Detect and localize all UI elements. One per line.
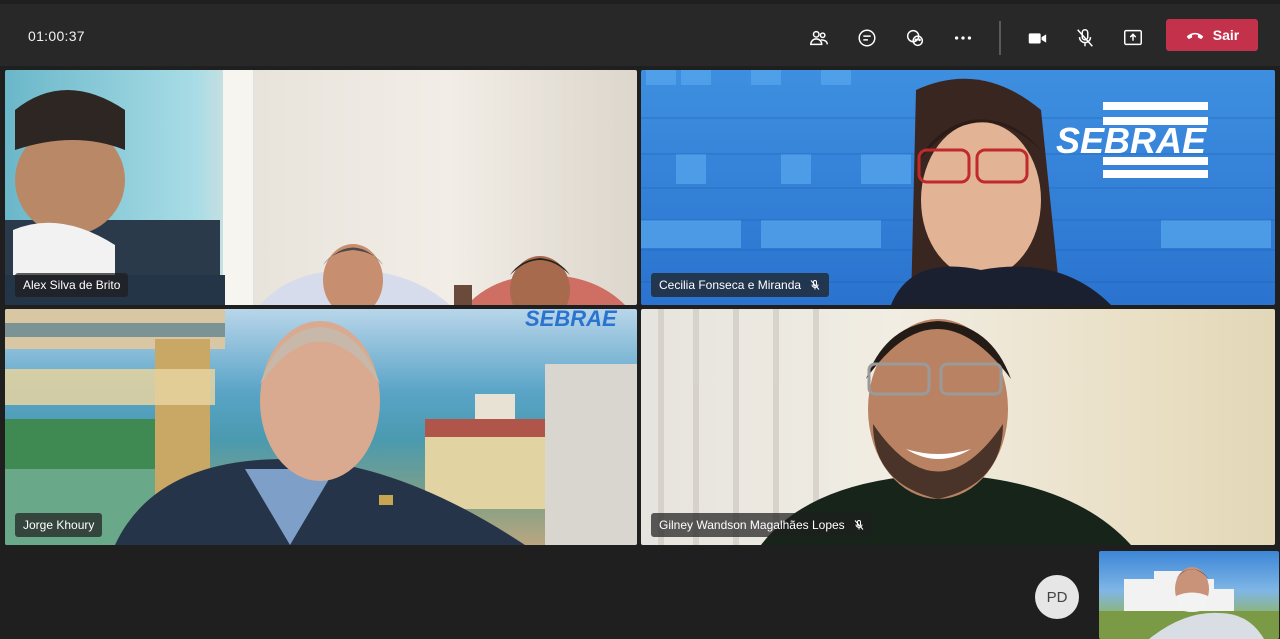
more-icon xyxy=(954,36,972,40)
video-tile-gilney[interactable]: Gilney Wandson Magalhães Lopes xyxy=(641,309,1275,545)
video-feed xyxy=(5,70,625,305)
participant-name-tag: Cecilia Fonseca e Miranda xyxy=(651,273,830,297)
reactions-button[interactable] xyxy=(899,22,931,54)
toolbar-divider xyxy=(999,21,1001,55)
mic-off-icon xyxy=(854,520,864,530)
share-screen-button[interactable] xyxy=(1117,22,1149,54)
camera-icon xyxy=(1028,33,1047,44)
meeting-toolbar: 01:00:37 Sair xyxy=(0,4,1280,66)
video-feed xyxy=(1099,567,1279,639)
sebrae-logo: SEBRAE xyxy=(1056,120,1207,161)
video-feed xyxy=(658,309,1131,545)
participant-name-tag: Alex Silva de Brito xyxy=(15,273,129,297)
more-options-button[interactable] xyxy=(947,22,979,54)
mic-off-icon xyxy=(1077,29,1093,47)
leave-button[interactable]: Sair xyxy=(1166,19,1258,51)
reactions-icon xyxy=(906,29,924,47)
camera-button[interactable] xyxy=(1021,22,1053,54)
participants-icon xyxy=(810,30,828,46)
participant-avatar[interactable]: PD xyxy=(1035,575,1079,619)
mic-off-icon xyxy=(810,280,820,290)
share-icon xyxy=(1124,29,1142,46)
video-feed xyxy=(5,309,637,545)
participant-name-tag: Jorge Khoury xyxy=(15,513,103,537)
sebrae-logo: SEBRAE xyxy=(525,309,617,331)
video-tile-alex[interactable]: Alex Silva de Brito xyxy=(5,70,637,305)
participant-name-tag: Gilney Wandson Magalhães Lopes xyxy=(651,513,873,537)
leave-label: Sair xyxy=(1212,27,1240,43)
hang-up-icon xyxy=(1186,32,1204,40)
video-tile-jorge[interactable]: SEBRAE Jorge Khoury xyxy=(5,309,637,545)
self-view-video[interactable] xyxy=(1099,551,1279,639)
video-tile-cecilia[interactable]: SEBRAE Cecilia Fonseca e Miranda xyxy=(641,70,1275,305)
chat-button[interactable] xyxy=(851,22,883,54)
meeting-timer: 01:00:37 xyxy=(28,28,85,44)
participants-button[interactable] xyxy=(803,22,835,54)
mic-button[interactable] xyxy=(1069,22,1101,54)
chat-icon xyxy=(858,29,876,47)
video-feed xyxy=(641,70,1275,305)
